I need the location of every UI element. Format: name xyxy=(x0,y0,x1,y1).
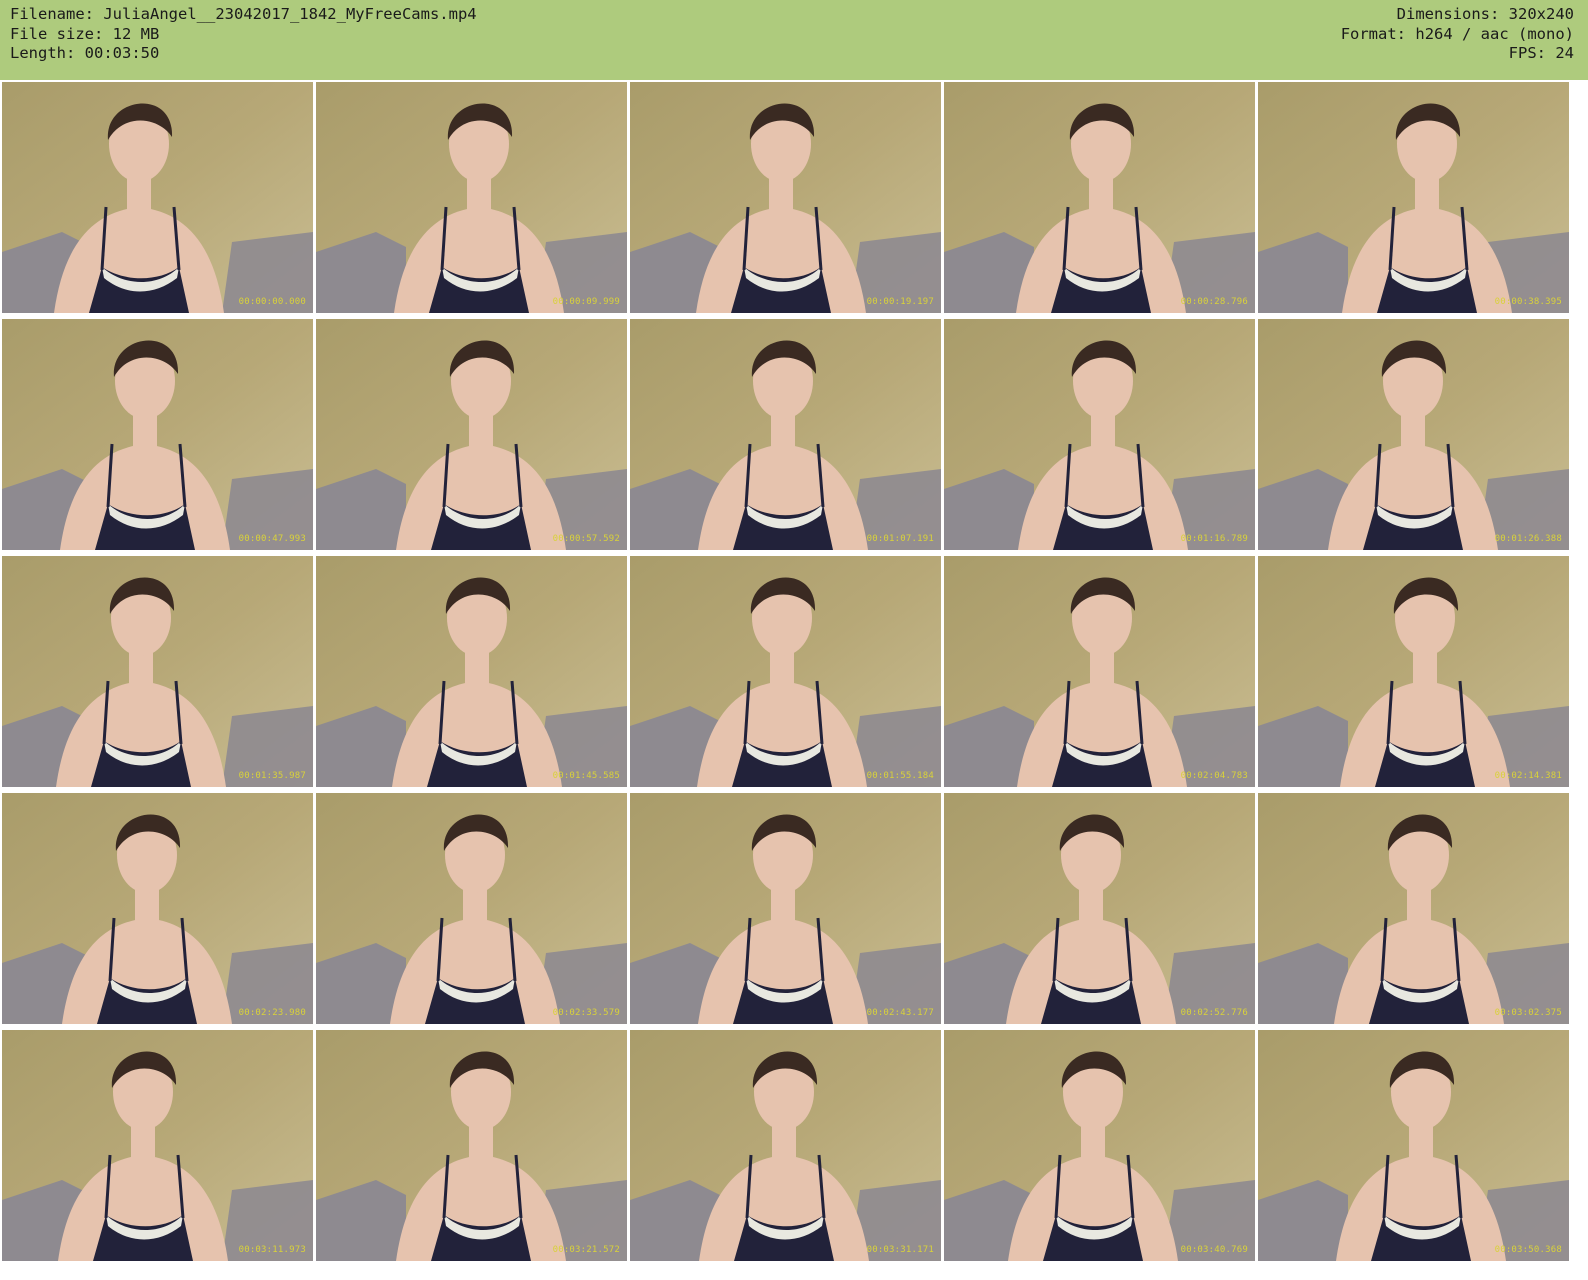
video-thumbnail[interactable]: 00:01:16.789 xyxy=(944,319,1255,550)
thumbnail-timestamp: 00:00:28.796 xyxy=(1180,297,1248,307)
thumbnail-grid: 00:00:00.000 00:00:09.999 00:00:19.197 00:0… xyxy=(2,82,1586,1261)
filesize-value: 12 MB xyxy=(112,24,160,43)
video-thumbnail[interactable]: 00:02:23.980 xyxy=(2,793,313,1024)
filesize-row: File size: 12 MB xyxy=(10,25,477,45)
thumbnail-timestamp: 00:02:14.381 xyxy=(1494,771,1562,781)
length-label: Length: xyxy=(10,44,76,62)
video-thumbnail[interactable]: 00:00:47.993 xyxy=(2,319,313,550)
thumbnail-timestamp: 00:03:11.973 xyxy=(238,1245,306,1255)
filename-value: JuliaAngel__23042017_1842_MyFreeCams.mp4 xyxy=(103,5,477,23)
frame-image xyxy=(630,319,941,550)
thumbnail-timestamp: 00:01:26.388 xyxy=(1494,534,1562,544)
thumbnail-timestamp: 00:00:47.993 xyxy=(238,534,306,544)
frame-image xyxy=(944,1030,1255,1261)
video-thumbnail[interactable]: 00:01:55.184 xyxy=(630,556,941,787)
frame-image xyxy=(2,1030,313,1261)
video-thumbnail[interactable]: 00:00:38.395 xyxy=(1258,82,1569,313)
frame-image xyxy=(630,82,941,313)
thumbnail-timestamp: 00:02:43.177 xyxy=(866,1008,934,1018)
format-label: Format: xyxy=(1340,24,1407,43)
thumbnail-timestamp: 00:00:00.000 xyxy=(238,297,306,307)
thumbnail-timestamp: 00:00:38.395 xyxy=(1494,297,1562,307)
fps-row: FPS: 24 xyxy=(1341,44,1574,64)
thumbnail-timestamp: 00:02:52.776 xyxy=(1180,1008,1248,1018)
metadata-right: Dimensions: 320x240 Format: h264 / aac (… xyxy=(1341,5,1574,64)
thumbnail-timestamp: 00:00:57.592 xyxy=(552,534,620,544)
video-thumbnail[interactable]: 00:01:45.585 xyxy=(316,556,627,787)
fps-label: FPS: xyxy=(1508,44,1546,62)
frame-image xyxy=(630,556,941,787)
thumbnail-timestamp: 00:02:04.783 xyxy=(1180,771,1248,781)
video-thumbnail[interactable]: 00:03:02.375 xyxy=(1258,793,1569,1024)
frame-image xyxy=(316,319,627,550)
thumbnail-timestamp: 00:03:50.368 xyxy=(1494,1245,1562,1255)
thumbnail-timestamp: 00:01:16.789 xyxy=(1180,534,1248,544)
video-thumbnail[interactable]: 00:02:33.579 xyxy=(316,793,627,1024)
frame-image xyxy=(2,319,313,550)
metadata-left: Filename: JuliaAngel__23042017_1842_MyFr… xyxy=(10,5,477,64)
frame-image xyxy=(316,556,627,787)
dimensions-row: Dimensions: 320x240 xyxy=(1341,5,1574,25)
frame-image xyxy=(1258,1030,1569,1261)
format-value: h264 / aac (mono) xyxy=(1415,24,1574,43)
video-thumbnail[interactable]: 00:03:31.171 xyxy=(630,1030,941,1261)
thumbnail-timestamp: 00:01:07.191 xyxy=(866,534,934,544)
fps-value: 24 xyxy=(1555,44,1574,62)
frame-image xyxy=(1258,319,1569,550)
filesize-label: File size: xyxy=(10,24,104,43)
frame-image xyxy=(1258,793,1569,1024)
filename-label: Filename: xyxy=(10,5,94,23)
frame-image xyxy=(2,82,313,313)
thumbnail-timestamp: 00:00:19.197 xyxy=(866,297,934,307)
thumbnail-timestamp: 00:03:31.171 xyxy=(866,1245,934,1255)
frame-image xyxy=(630,793,941,1024)
dimensions-value: 320x240 xyxy=(1508,5,1574,23)
format-row: Format: h264 / aac (mono) xyxy=(1341,25,1574,45)
filename-row: Filename: JuliaAngel__23042017_1842_MyFr… xyxy=(10,5,477,25)
frame-image xyxy=(1258,82,1569,313)
frame-image xyxy=(944,793,1255,1024)
thumbnail-timestamp: 00:01:45.585 xyxy=(552,771,620,781)
thumbnail-timestamp: 00:00:09.999 xyxy=(552,297,620,307)
video-thumbnail[interactable]: 00:01:07.191 xyxy=(630,319,941,550)
video-thumbnail[interactable]: 00:02:04.783 xyxy=(944,556,1255,787)
length-row: Length: 00:03:50 xyxy=(10,44,477,64)
video-thumbnail[interactable]: 00:03:40.769 xyxy=(944,1030,1255,1261)
video-thumbnail[interactable]: 00:00:19.197 xyxy=(630,82,941,313)
video-thumbnail[interactable]: 00:00:28.796 xyxy=(944,82,1255,313)
video-thumbnail[interactable]: 00:03:21.572 xyxy=(316,1030,627,1261)
frame-image xyxy=(944,556,1255,787)
frame-image xyxy=(944,82,1255,313)
video-thumbnail[interactable]: 00:00:57.592 xyxy=(316,319,627,550)
dimensions-label: Dimensions: xyxy=(1396,5,1500,23)
frame-image xyxy=(316,82,627,313)
thumbnail-timestamp: 00:01:55.184 xyxy=(866,771,934,781)
length-value: 00:03:50 xyxy=(84,44,160,62)
thumbnail-timestamp: 00:03:21.572 xyxy=(552,1245,620,1255)
frame-image xyxy=(2,556,313,787)
video-thumbnail[interactable]: 00:02:14.381 xyxy=(1258,556,1569,787)
frame-image xyxy=(1258,556,1569,787)
thumbnail-timestamp: 00:01:35.987 xyxy=(238,771,306,781)
frame-image xyxy=(2,793,313,1024)
video-thumbnail[interactable]: 00:03:50.368 xyxy=(1258,1030,1569,1261)
frame-image xyxy=(316,1030,627,1261)
video-thumbnail[interactable]: 00:02:43.177 xyxy=(630,793,941,1024)
video-thumbnail[interactable]: 00:01:35.987 xyxy=(2,556,313,787)
thumbnail-timestamp: 00:02:23.980 xyxy=(238,1008,306,1018)
thumbnail-timestamp: 00:03:02.375 xyxy=(1494,1008,1562,1018)
video-thumbnail[interactable]: 00:01:26.388 xyxy=(1258,319,1569,550)
video-thumbnail[interactable]: 00:03:11.973 xyxy=(2,1030,313,1261)
thumbnail-timestamp: 00:02:33.579 xyxy=(552,1008,620,1018)
metadata-header: Filename: JuliaAngel__23042017_1842_MyFr… xyxy=(0,0,1588,80)
thumbnail-timestamp: 00:03:40.769 xyxy=(1180,1245,1248,1255)
video-thumbnail[interactable]: 00:00:00.000 xyxy=(2,82,313,313)
frame-image xyxy=(944,319,1255,550)
video-thumbnail[interactable]: 00:02:52.776 xyxy=(944,793,1255,1024)
frame-image xyxy=(316,793,627,1024)
frame-image xyxy=(630,1030,941,1261)
video-thumbnail[interactable]: 00:00:09.999 xyxy=(316,82,627,313)
